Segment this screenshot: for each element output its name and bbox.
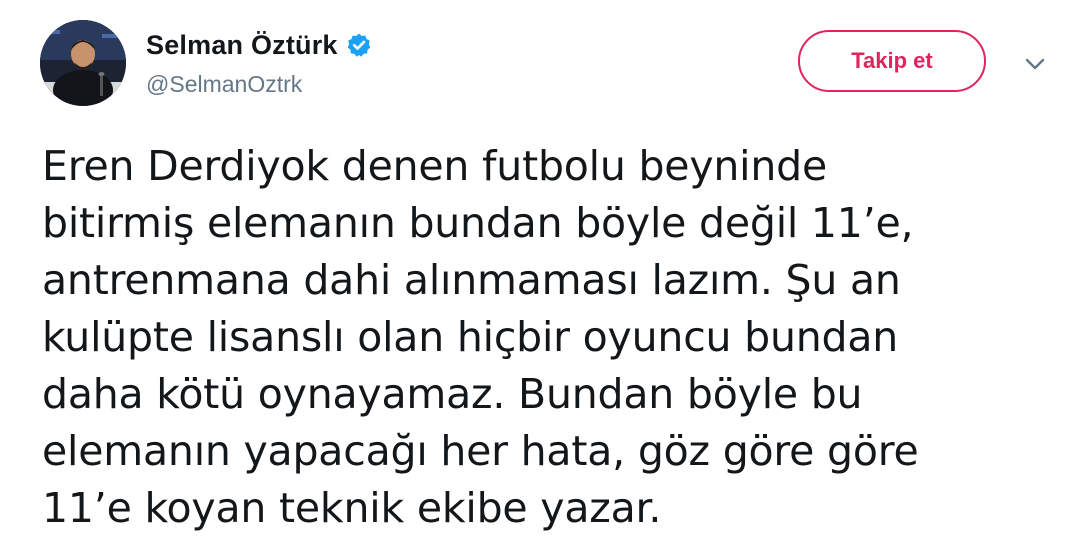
tweet-text: Eren Derdiyok denen futbolu beyninde bit… bbox=[42, 142, 919, 532]
follow-button[interactable]: Takip et bbox=[798, 30, 986, 92]
display-name[interactable]: Selman Öztürk bbox=[146, 30, 338, 61]
verified-badge-icon bbox=[346, 32, 372, 58]
avatar[interactable] bbox=[40, 20, 126, 106]
tweet-header: Selman Öztürk @SelmanOztrk Takip et bbox=[0, 0, 1092, 120]
name-row: Selman Öztürk bbox=[146, 25, 372, 65]
chevron-down-icon[interactable] bbox=[1020, 54, 1050, 74]
user-handle[interactable]: @SelmanOztrk bbox=[146, 71, 302, 98]
avatar-photo-icon bbox=[40, 20, 126, 106]
